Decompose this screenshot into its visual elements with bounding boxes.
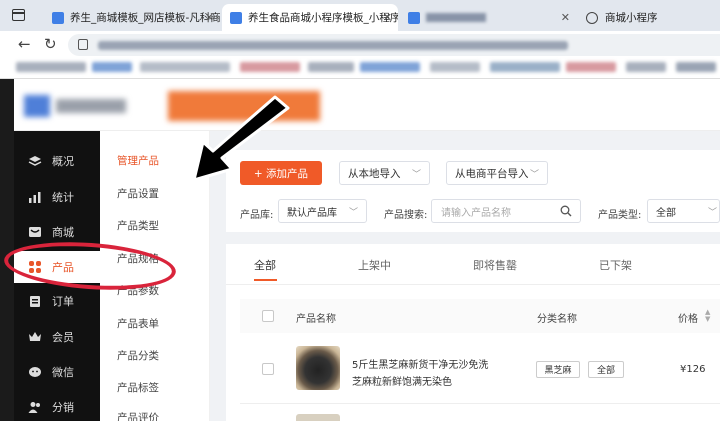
import-local-dropdown[interactable]: 从本地导入 ﹀	[339, 161, 430, 185]
product-name-line2[interactable]: 芝麻粒新鲜饱满无染色	[352, 373, 452, 388]
order-icon	[28, 294, 42, 308]
submenu-product-tags[interactable]: 产品标签	[117, 380, 159, 395]
tab-all[interactable]: 全部	[254, 257, 276, 273]
browser-tab-1[interactable]: 养生_商城模板_网店模板-凡科商城 ✕	[44, 4, 220, 31]
tabs-divider	[226, 284, 720, 285]
product-name-line1[interactable]: 5斤生黑芝麻新货干净无沙免洗	[352, 356, 488, 371]
lock-icon	[78, 39, 88, 50]
logo-icon	[24, 95, 50, 117]
submenu-product-forms[interactable]: 产品表单	[117, 316, 159, 331]
bookmark-item[interactable]	[430, 62, 480, 72]
category-tag: 黑芝麻	[536, 361, 580, 378]
users-icon	[28, 400, 42, 414]
chevron-down-icon: ﹀	[411, 170, 421, 180]
submenu-product-types[interactable]: 产品类型	[117, 218, 159, 233]
active-tab-indicator	[254, 279, 277, 281]
blurred-url	[98, 41, 568, 50]
blurred-shop-name	[56, 99, 126, 113]
bookmark-item[interactable]	[16, 62, 86, 72]
address-bar: ← ↻	[0, 31, 720, 57]
search-icon[interactable]	[560, 205, 572, 220]
wechat-icon	[28, 365, 42, 379]
sidebar-item-overview[interactable]: 概况	[14, 145, 100, 177]
tab-favicon-icon	[230, 11, 242, 24]
row-checkbox[interactable]	[262, 363, 274, 375]
close-icon[interactable]: ✕	[205, 11, 214, 24]
library-select[interactable]: 默认产品库 ﹀	[278, 199, 367, 223]
chart-icon	[28, 190, 42, 204]
store-icon	[28, 225, 42, 239]
browser-tab-2[interactable]: 养生食品商城小程序模板_小程序模板 ✕	[222, 4, 398, 31]
reload-icon[interactable]: ↻	[44, 34, 57, 54]
browser-tab-4[interactable]: 商城小程序	[578, 4, 720, 31]
browser-tab-3[interactable]: ✕	[400, 4, 576, 31]
bookmark-item[interactable]	[490, 62, 560, 72]
bookmark-item[interactable]	[140, 62, 230, 72]
close-icon[interactable]: ✕	[561, 11, 570, 24]
header-price: 价格	[678, 314, 698, 325]
submenu-manage-products[interactable]: 管理产品	[117, 153, 159, 168]
header-product-name: 产品名称	[296, 314, 336, 325]
close-icon[interactable]: ✕	[383, 11, 392, 24]
select-all-checkbox[interactable]	[262, 310, 274, 322]
sort-icon[interactable]: ▲ ▼	[705, 309, 710, 323]
blurred-tab-title	[426, 13, 486, 22]
category-tag: 全部	[588, 361, 624, 378]
bookmark-item[interactable]	[360, 62, 420, 72]
next-product-thumbnail[interactable]	[296, 414, 340, 421]
header-category: 分类名称	[537, 314, 577, 325]
back-icon[interactable]: ←	[18, 34, 31, 54]
row-divider	[240, 403, 720, 404]
tab-selling-out[interactable]: 即将售罄	[473, 257, 517, 273]
library-label: 产品库:	[240, 210, 274, 221]
submenu-product-categories[interactable]: 产品分类	[117, 348, 159, 363]
tab-favicon-icon	[52, 11, 64, 24]
chevron-down-icon: ﹀	[529, 170, 539, 180]
layers-icon	[28, 154, 42, 168]
bookmark-item[interactable]	[92, 62, 132, 72]
search-input[interactable]: 请输入产品名称	[431, 199, 581, 223]
tab-favicon-icon	[408, 11, 420, 24]
chevron-down-icon: ﹀	[707, 208, 717, 218]
type-select[interactable]: 全部 ﹀	[647, 199, 720, 223]
bookmark-item[interactable]	[566, 62, 616, 72]
annotation-arrow-icon	[192, 95, 290, 182]
bookmarks-bar	[0, 57, 720, 79]
sidebar-item-members[interactable]: 会员	[14, 321, 100, 353]
search-label: 产品搜索:	[384, 210, 428, 221]
tab-on-sale[interactable]: 上架中	[358, 257, 391, 273]
product-price: ¥126	[680, 364, 706, 375]
bookmark-item[interactable]	[308, 62, 354, 72]
import-platform-dropdown[interactable]: 从电商平台导入 ﹀	[446, 161, 548, 185]
screenshot-root: { "browser": { "tabs": [ {"label": "养生_商…	[0, 0, 720, 421]
window-icon[interactable]	[12, 9, 25, 21]
submenu-product-reviews[interactable]: 产品评价	[117, 410, 159, 421]
url-field[interactable]	[68, 34, 720, 56]
chevron-down-icon: ﹀	[348, 208, 358, 218]
browser-tab-bar: 养生_商城模板_网店模板-凡科商城 ✕ 养生食品商城小程序模板_小程序模板 ✕ …	[0, 0, 720, 31]
tab-off-shelf[interactable]: 已下架	[599, 257, 632, 273]
sidebar-item-stats[interactable]: 统计	[14, 181, 100, 213]
bookmark-item[interactable]	[240, 62, 300, 72]
product-thumbnail[interactable]	[296, 346, 340, 390]
bookmark-item[interactable]	[626, 62, 666, 72]
globe-icon	[586, 11, 598, 24]
type-label: 产品类型:	[598, 210, 642, 221]
app-header	[0, 79, 720, 131]
submenu-product-settings[interactable]: 产品设置	[117, 186, 159, 201]
bookmark-item[interactable]	[676, 62, 716, 72]
sidebar-item-distribution[interactable]: 分销	[14, 391, 100, 421]
crown-icon	[28, 330, 42, 344]
sidebar-item-orders[interactable]: 订单	[14, 285, 100, 317]
sidebar-item-wechat[interactable]: 微信	[14, 356, 100, 388]
